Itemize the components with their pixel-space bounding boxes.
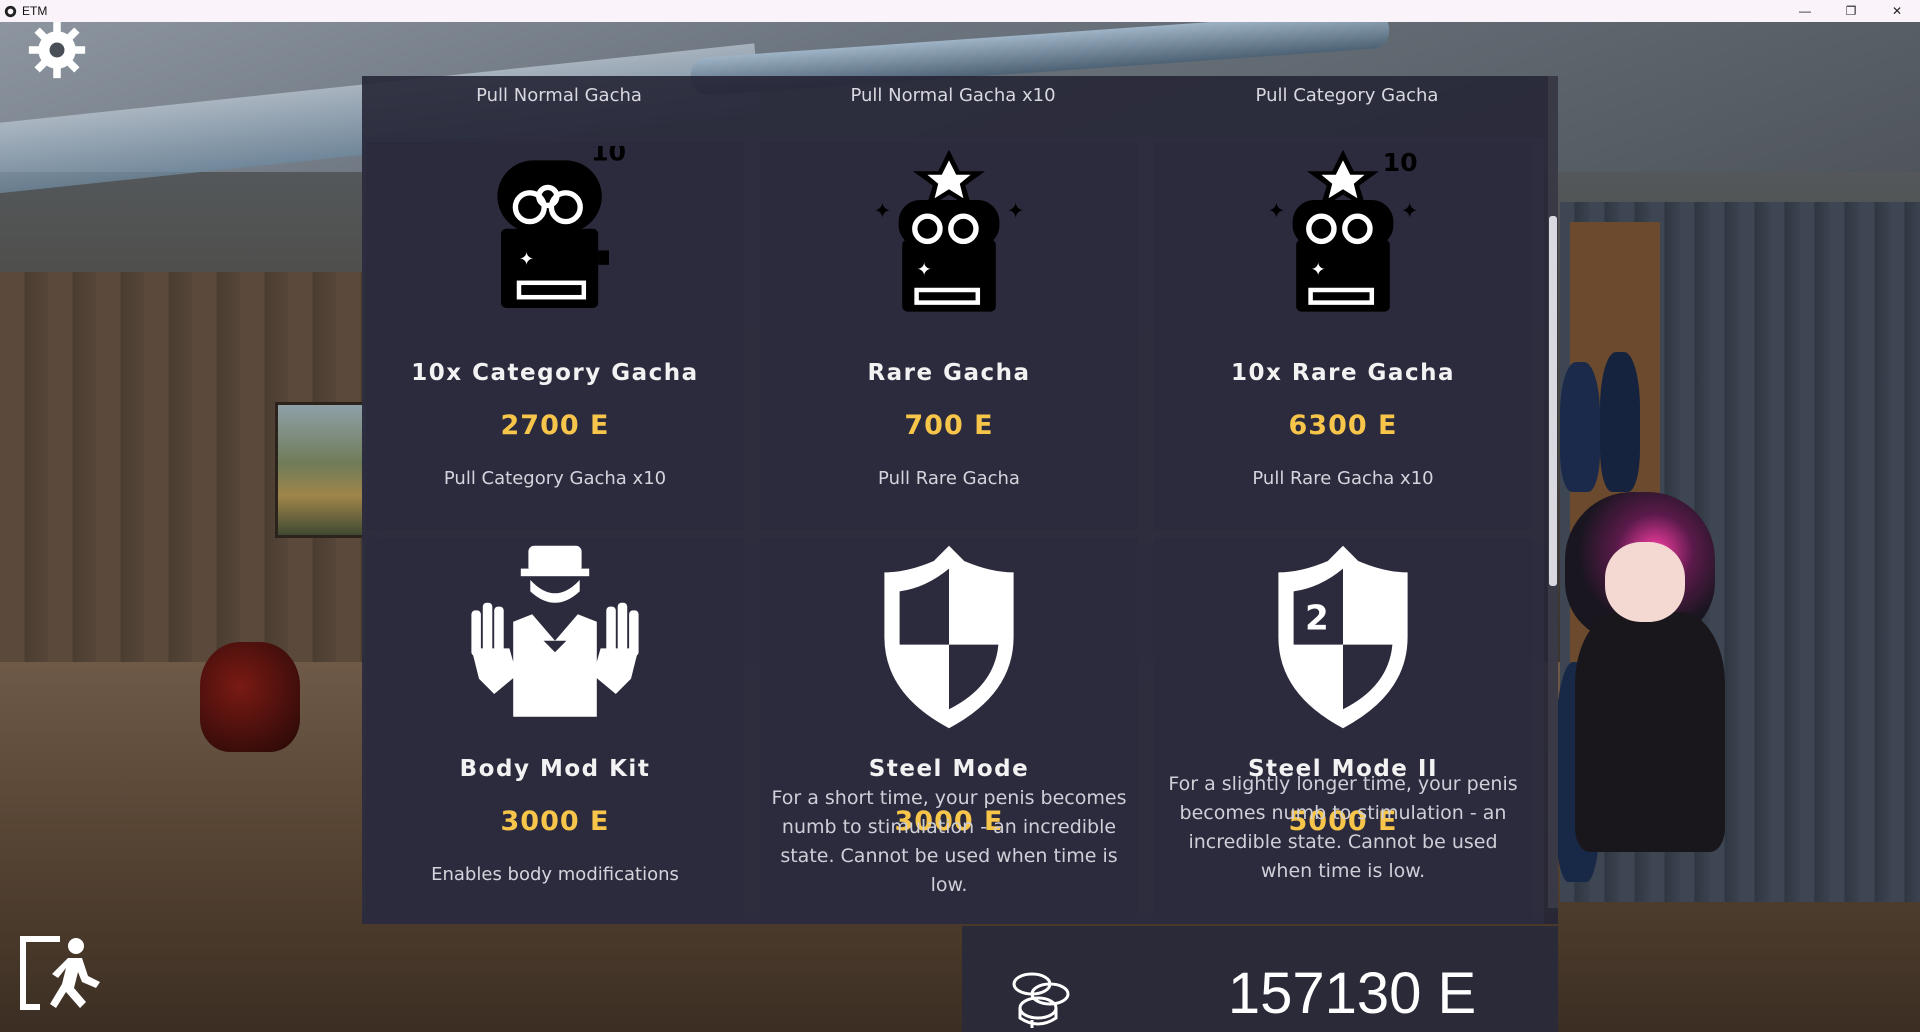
item-price: 6300 E [1288,410,1398,441]
gear-icon[interactable] [24,20,90,80]
bottle [1600,352,1640,492]
coins-icon [1012,972,1070,1028]
item-description: Pull Category Gacha [1255,85,1439,106]
item-title: Body Mod Kit [459,756,651,782]
shop-panel: Pull Normal Gacha Pull Normal Gacha x10 … [362,76,1558,924]
shop-item-card[interactable]: ✦ ✦ ✦ Rare Gacha 700 E Pull Rare Gacha [756,138,1150,534]
item-title: 10x Category Gacha [411,360,699,386]
shop-grid: Pull Normal Gacha Pull Normal Gacha x10 … [362,76,1544,924]
item-description: Pull Category Gacha x10 [443,468,667,489]
maximize-button[interactable]: ❐ [1828,0,1874,22]
item-price: 3000 E [500,806,610,837]
svg-text:✦: ✦ [1267,199,1285,224]
bottle [1560,362,1600,492]
bottle [200,642,300,752]
rare-gacha-icon: ✦ ✦ ✦ [873,149,1025,312]
shop-item-card[interactable]: Body Mod Kit 3000 E Enables body modific… [362,534,756,924]
shop-item-card[interactable]: Steel Mode 3000 E For a short time, your… [756,534,1150,924]
body-mod-kit-icon [471,545,639,717]
svg-text:2: 2 [1305,598,1329,638]
item-description: Pull Normal Gacha x10 [850,85,1056,106]
shop-scrollbar[interactable] [1548,76,1558,908]
svg-text:10: 10 [591,146,626,166]
item-title: 10x Rare Gacha [1231,360,1455,386]
item-description: Pull Rare Gacha [878,468,1020,489]
shop-item-card[interactable]: 2 Steel Mode II 5000 E For a slightly lo… [1150,534,1544,924]
shield-2-icon: 2 [1278,545,1408,729]
exit-icon[interactable] [16,932,106,1014]
svg-text:✦: ✦ [1401,199,1419,224]
shop-item-card[interactable]: ✦ 10 10x Category Gacha 2700 E Pull Cate… [362,138,756,534]
shop-item-partial[interactable]: Pull Normal Gacha [362,76,756,136]
gacha-machine-10-icon: ✦ 10 [497,146,626,308]
rare-gacha-10-icon: ✦ ✦ ✦ 10 [1267,148,1419,312]
svg-text:10: 10 [1383,148,1418,177]
item-title: Rare Gacha [867,360,1031,386]
item-description: Enables body modifications [431,864,679,885]
item-description: For a slightly longer time, your penis b… [1168,773,1518,882]
item-price: 2700 E [500,410,610,441]
shield-icon [884,545,1014,729]
svg-text:✦: ✦ [917,260,932,281]
svg-text:✦: ✦ [519,249,534,270]
currency-balance: 157130 E [962,926,1558,1032]
shop-item-partial[interactable]: Pull Category Gacha [1150,76,1544,136]
shopkeeper-character [1565,492,1735,852]
close-button[interactable]: ✕ [1874,0,1920,22]
item-description: Pull Normal Gacha [476,85,642,106]
app-icon [4,5,17,17]
svg-text:✦: ✦ [873,199,891,224]
window-title-bar: ETM — ❐ ✕ [0,0,1920,22]
svg-text:✦: ✦ [1007,199,1025,224]
svg-text:✦: ✦ [1311,260,1326,281]
window-title: ETM [22,4,48,18]
item-price: 700 E [904,410,994,441]
minimize-button[interactable]: — [1782,0,1828,22]
shop-item-partial[interactable]: Pull Normal Gacha x10 [756,76,1150,136]
item-description: Pull Rare Gacha x10 [1252,468,1434,489]
shop-item-card[interactable]: ✦ ✦ ✦ 10 10x Rare Gacha 6300 E Pull Rare… [1150,138,1544,534]
item-title: Steel Mode [868,756,1030,782]
scrollbar-thumb[interactable] [1549,216,1557,586]
item-description: For a short time, your penis becomes num… [771,787,1127,896]
balance-amount: 157130 E [1227,961,1477,1026]
